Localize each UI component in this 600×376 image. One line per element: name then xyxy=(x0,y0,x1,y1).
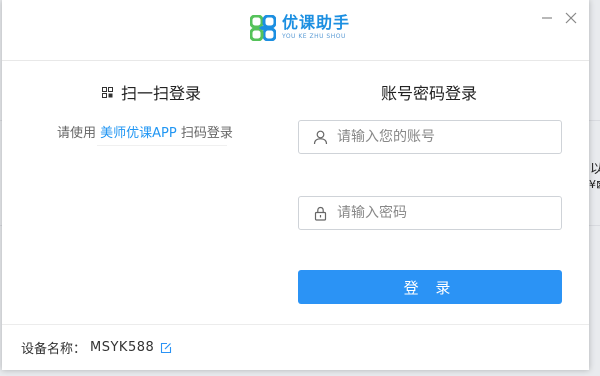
device-info: 设备名称： MSYK588 xyxy=(21,338,172,357)
qr-login-heading: 扫一扫登录 xyxy=(102,80,201,104)
account-login-title: 账号密码登录 xyxy=(381,84,478,103)
minimize-icon xyxy=(542,17,552,19)
close-icon xyxy=(565,12,577,24)
username-field[interactable] xyxy=(298,120,562,154)
app-logo-title: 优课助手 xyxy=(282,13,351,32)
minimize-button[interactable] xyxy=(538,9,556,27)
edit-icon[interactable] xyxy=(160,342,172,354)
app-logo-subtitle: YOU KE ZHU SHOU xyxy=(282,33,346,40)
username-input[interactable] xyxy=(337,129,547,145)
app-logo: 优课助手 YOU KE ZHU SHOU xyxy=(250,14,350,42)
lock-icon xyxy=(314,206,327,221)
app-link[interactable]: 美师优课APP xyxy=(100,126,177,141)
password-input[interactable] xyxy=(337,205,547,221)
close-button[interactable] xyxy=(562,9,580,27)
app-logo-icon xyxy=(250,15,276,41)
qr-login-title: 扫一扫登录 xyxy=(121,84,202,103)
background-text: 以 xyxy=(590,162,600,177)
login-button[interactable]: 登 录 xyxy=(298,270,562,304)
background-text: ¥⊠ xyxy=(589,178,600,191)
qr-code-icon xyxy=(102,86,113,98)
qr-hint-suffix: 扫码登录 xyxy=(176,126,233,141)
qr-login-panel: 扫一扫登录 请使用 美师优课APP 扫码登录 xyxy=(2,60,289,320)
qr-hint-underline xyxy=(97,145,227,146)
device-label: 设备名称： xyxy=(21,342,87,357)
device-name: MSYK588 xyxy=(90,340,155,355)
qr-hint-prefix: 请使用 xyxy=(57,126,101,141)
title-bar[interactable]: 优课助手 YOU KE ZHU SHOU xyxy=(2,0,589,61)
footer-divider xyxy=(2,324,589,325)
qr-login-hint: 请使用 美师优课APP 扫码登录 xyxy=(57,122,233,141)
account-login-panel: 账号密码登录 登 录 xyxy=(289,60,589,320)
password-field[interactable] xyxy=(298,196,562,230)
login-dialog: 优课助手 YOU KE ZHU SHOU 扫一扫登录 请使用 美师优课APP 扫… xyxy=(2,0,589,370)
user-icon xyxy=(313,130,328,144)
